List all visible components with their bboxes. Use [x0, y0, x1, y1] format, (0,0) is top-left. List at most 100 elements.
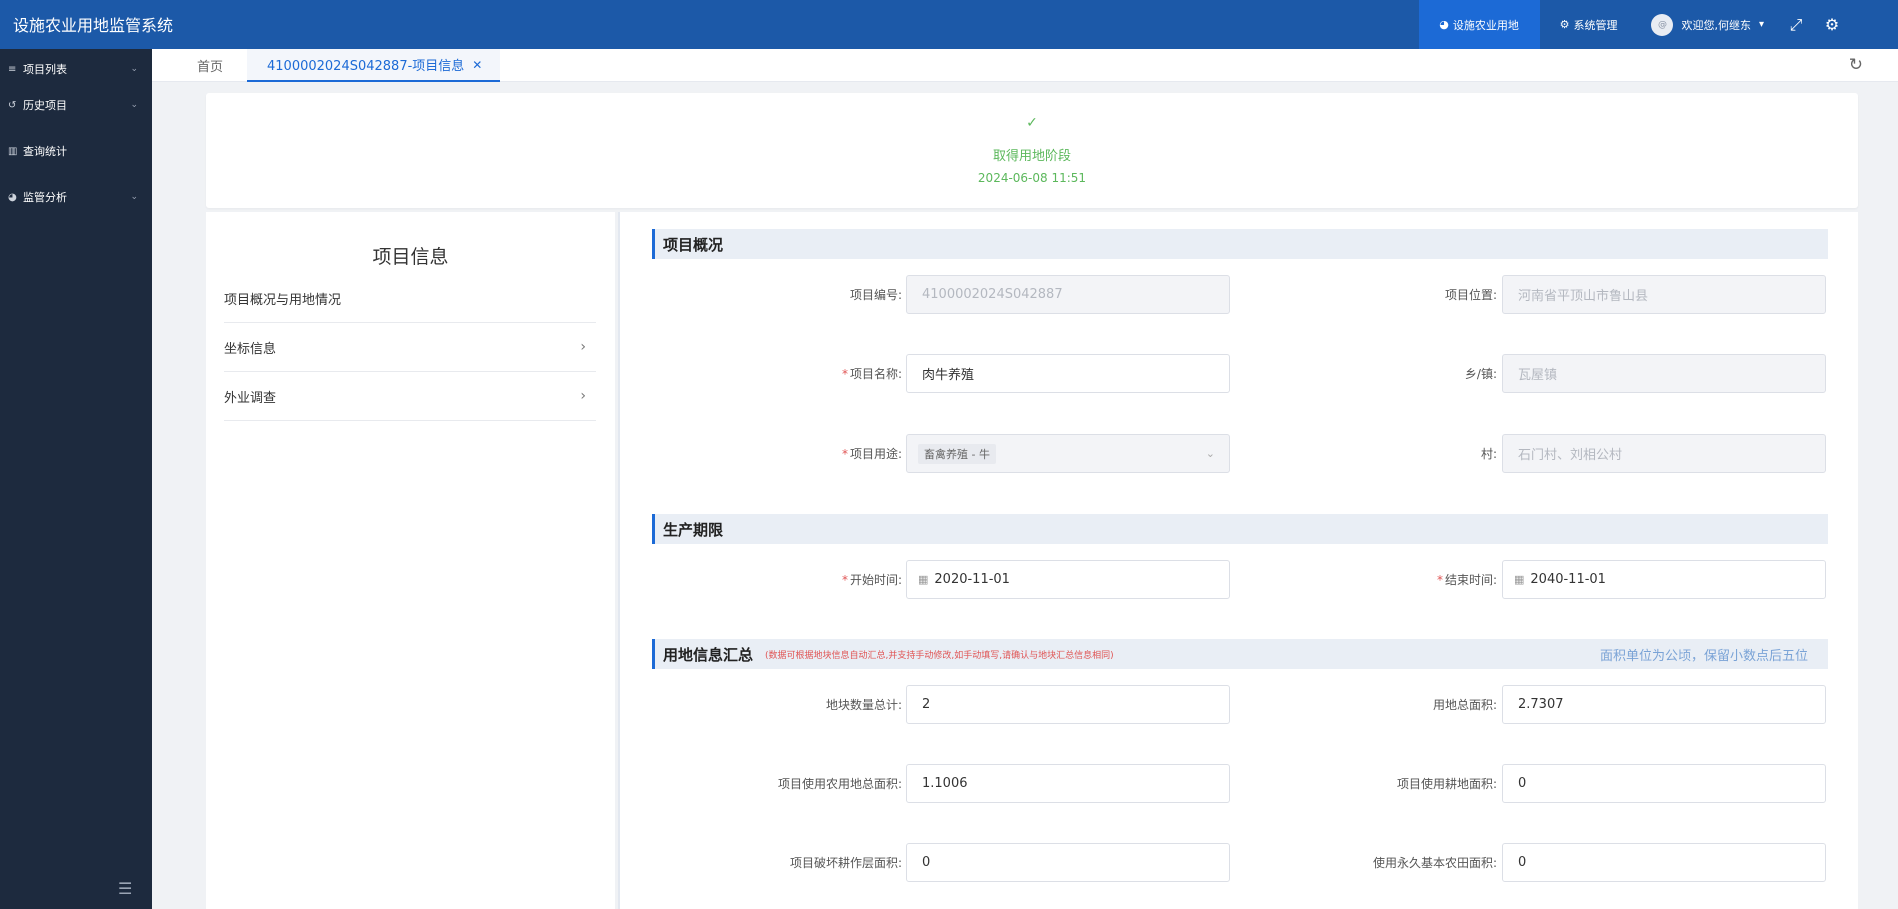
menu-item-field-survey[interactable]: 外业调查 › — [224, 372, 596, 421]
chevron-down-icon: ⌄ — [1205, 447, 1215, 460]
refresh-button[interactable]: ↻ — [1849, 55, 1863, 75]
gear-icon: ⚙ — [1824, 15, 1840, 34]
collapse-icon: ☰ — [118, 879, 133, 898]
required-mark: * — [1436, 573, 1443, 587]
required-mark: * — [841, 367, 848, 381]
refresh-icon: ↻ — [1848, 55, 1863, 75]
sidebar: ≡ 项目列表 ⌄ ↺ 历史项目 ⌄ ▥ 查询统计 ◕ 监管分析 ⌄ ☰ — [0, 49, 152, 909]
chevron-down-icon: ⌄ — [130, 64, 138, 74]
sidebar-item-history[interactable]: ↺ 历史项目 ⌄ — [8, 97, 138, 113]
project-form: 项目概况 项目编号: 4100002024S042887 项目位置: 河南省平顶… — [618, 212, 1858, 909]
project-info-nav: 项目信息 项目概况与用地情况 坐标信息 › 外业调查 › — [206, 212, 615, 909]
sidebar-item-label: 查询统计 — [23, 145, 67, 158]
label-text: 项目用途: — [849, 447, 902, 461]
tab-bar: 首页 4100002024S042887-项目信息 ✕ ↻ — [152, 49, 1898, 82]
project-name-label: * 项目名称: — [702, 365, 902, 382]
nav-facility-land[interactable]: ◕ 设施农业用地 — [1418, 0, 1540, 49]
town-label: 乡/镇: — [1464, 367, 1497, 381]
sidebar-item-label: 项目列表 — [23, 63, 67, 76]
chevron-down-icon: ⌄ — [130, 100, 138, 110]
damaged-area-label: 项目破坏耕作层面积: — [789, 856, 902, 870]
label-text: 开始时间: — [849, 573, 902, 587]
sidebar-item-query-stats[interactable]: ▥ 查询统计 — [8, 143, 138, 159]
plot-count-input[interactable]: 2 — [906, 685, 1230, 724]
usage-tag: 畜禽养殖 - 牛 — [918, 443, 996, 464]
basic-farmland-area-label: 使用永久基本农田面积: — [1372, 856, 1497, 870]
section-land-summary: 用地信息汇总 (数据可根据地块信息自动汇总,并支持手动修改,如手动填写,请确认与… — [652, 639, 1828, 669]
chevron-down-icon: ▾ — [1758, 19, 1764, 30]
required-mark: * — [841, 573, 848, 587]
damaged-area-input[interactable]: 0 — [906, 843, 1230, 882]
chevron-right-icon: › — [580, 388, 586, 404]
settings-button[interactable]: ⚙ — [1814, 0, 1850, 49]
menu-item-label: 项目概况与用地情况 — [224, 292, 342, 308]
project-name-input[interactable]: 肉牛养殖 — [906, 354, 1230, 393]
unit-note: 面积单位为公顷，保留小数点后五位 — [1599, 648, 1808, 664]
check-icon: ✓ — [1026, 115, 1038, 131]
pie-chart-icon: ◕ — [1439, 18, 1449, 31]
sidebar-item-label: 历史项目 — [23, 99, 67, 112]
calendar-icon: ▦ — [918, 573, 929, 586]
section-title: 用地信息汇总 — [663, 645, 754, 664]
nav-label: 设施农业用地 — [1452, 18, 1519, 32]
chevron-right-icon: › — [580, 339, 586, 355]
cultivated-area-label: 项目使用耕地面积: — [1396, 777, 1497, 791]
list-icon: ≡ — [8, 63, 17, 75]
top-nav: ◕ 设施农业用地 ⚙ 系统管理 @ 欢迎您,何继东 ▾ ⤢ ⚙ — [1418, 0, 1898, 49]
farmland-area-label: 项目使用农用地总面积: — [777, 777, 902, 791]
tab-label: 4100002024S042887-项目信息 — [267, 59, 465, 74]
location-input[interactable]: 河南省平顶山市鲁山县 — [1502, 275, 1826, 314]
chevron-down-icon: ⌄ — [130, 192, 138, 202]
close-icon[interactable]: ✕ — [472, 58, 482, 72]
village-label: 村: — [1480, 447, 1497, 461]
tab-home[interactable]: 首页 — [197, 49, 223, 82]
sidebar-item-project-list[interactable]: ≡ 项目列表 ⌄ — [8, 61, 138, 77]
start-date-input[interactable]: ▦ 2020-11-01 — [906, 560, 1230, 599]
menu-item-overview[interactable]: 项目概况与用地情况 — [224, 274, 596, 323]
calendar-icon: ▦ — [1514, 573, 1525, 586]
menu-item-label: 外业调查 — [224, 390, 277, 406]
pie-chart-icon: ◕ — [8, 191, 17, 203]
label-text: 项目名称: — [849, 367, 902, 381]
village-input[interactable]: 石门村、刘相公村 — [1502, 434, 1826, 473]
menu-item-label: 坐标信息 — [224, 341, 277, 357]
project-no-input[interactable]: 4100002024S042887 — [906, 275, 1230, 314]
app-title: 设施农业用地监管系统 — [13, 16, 174, 35]
date-value: 2040-11-01 — [1530, 572, 1606, 587]
town-input[interactable]: 瓦屋镇 — [1502, 354, 1826, 393]
start-date-label: * 开始时间: — [702, 571, 902, 588]
nav-label: 系统管理 — [1573, 18, 1618, 32]
sidebar-item-label: 监管分析 — [23, 191, 67, 204]
section-note: (数据可根据地块信息自动汇总,并支持手动修改,如手动填写,请确认与地块汇总信息相… — [765, 650, 1114, 661]
basic-farmland-area-input[interactable]: 0 — [1502, 843, 1826, 882]
total-area-label: 用地总面积: — [1432, 698, 1497, 712]
label-text: 结束时间: — [1444, 573, 1497, 587]
stage-time: 2024-06-08 11:51 — [977, 171, 1087, 185]
panel-title: 项目信息 — [372, 246, 449, 268]
user-menu[interactable]: @ 欢迎您,何继东 ▾ — [1637, 0, 1778, 49]
section-title: 项目概况 — [663, 235, 724, 254]
fullscreen-button[interactable]: ⤢ — [1778, 0, 1814, 49]
nav-system-management[interactable]: ⚙ 系统管理 — [1540, 0, 1638, 49]
menu-item-coordinates[interactable]: 坐标信息 › — [224, 323, 596, 372]
location-label: 项目位置: — [1444, 288, 1497, 302]
farmland-area-input[interactable]: 1.1006 — [906, 764, 1230, 803]
cultivated-area-input[interactable]: 0 — [1502, 764, 1826, 803]
tab-project-info[interactable]: 4100002024S042887-项目信息 ✕ — [247, 49, 500, 82]
section-overview: 项目概况 — [652, 229, 1828, 259]
project-no-label: 项目编号: — [849, 288, 902, 302]
sidebar-item-analysis[interactable]: ◕ 监管分析 ⌄ — [8, 189, 138, 205]
expand-icon: ⤢ — [1789, 14, 1803, 34]
section-production-period: 生产期限 — [652, 514, 1828, 544]
end-date-label: * 结束时间: — [1297, 571, 1497, 588]
date-value: 2020-11-01 — [934, 572, 1010, 587]
usage-select[interactable]: 畜禽养殖 - 牛 ⌄ — [906, 434, 1230, 473]
stage-status-card: ✓ 取得用地阶段 2024-06-08 11:51 — [206, 93, 1858, 208]
required-mark: * — [841, 447, 848, 461]
sidebar-collapse-button[interactable]: ☰ — [118, 879, 132, 898]
user-greeting: 欢迎您,何继东 — [1681, 18, 1751, 32]
usage-label: * 项目用途: — [702, 445, 902, 462]
top-bar: 设施农业用地监管系统 ◕ 设施农业用地 ⚙ 系统管理 @ 欢迎您,何继东 ▾ ⤢… — [0, 0, 1898, 49]
total-area-input[interactable]: 2.7307 — [1502, 685, 1826, 724]
end-date-input[interactable]: ▦ 2040-11-01 — [1502, 560, 1826, 599]
